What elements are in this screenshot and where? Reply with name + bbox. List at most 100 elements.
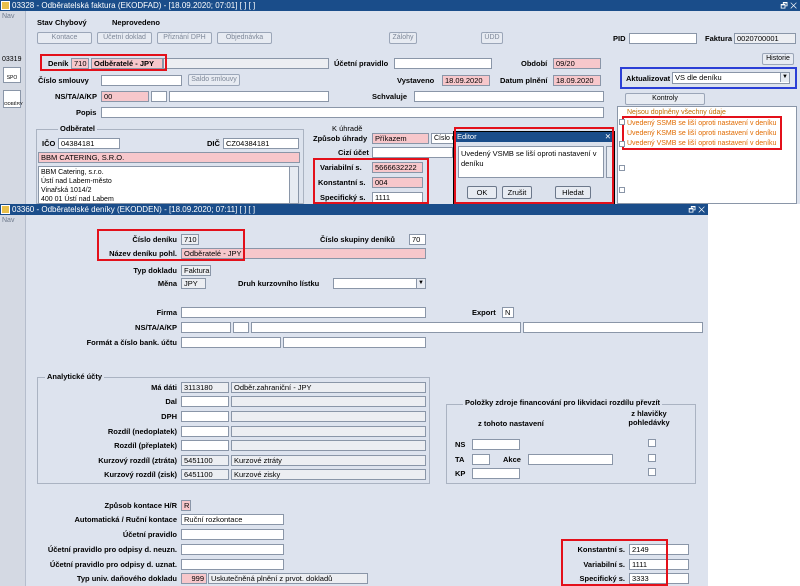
kurz-ztrata-field[interactable]: 5451100 bbox=[181, 455, 229, 466]
window-controls-icon[interactable]: 🗗 ✕ bbox=[780, 0, 797, 11]
cizi-ucet-field[interactable] bbox=[372, 147, 453, 158]
konstantni-field[interactable]: 2149 bbox=[629, 544, 689, 555]
warning-item[interactable]: Uvedený KSMB se liší oproti nastavení v … bbox=[627, 129, 779, 138]
nav-label[interactable]: Nav bbox=[2, 217, 14, 224]
konstantni-label: Konstantní s. bbox=[577, 545, 625, 554]
address-line: BBM Catering, s.r.o. bbox=[41, 169, 104, 176]
ns-field[interactable]: 00 bbox=[101, 91, 149, 102]
firma-field[interactable] bbox=[181, 307, 426, 318]
spo-icon[interactable]: SPO bbox=[3, 67, 21, 83]
historie-button[interactable]: Historie bbox=[762, 53, 794, 65]
nazev-deniku-field[interactable]: Odběratelé - JPY bbox=[181, 248, 426, 259]
odpis-neuzn-field[interactable] bbox=[181, 544, 284, 555]
saldo-smlouvy-button[interactable]: Saldo smlouvy bbox=[188, 74, 240, 86]
zpusob-kontace-field[interactable]: R bbox=[181, 500, 191, 511]
warning-item[interactable]: Uvedený SSMB se liší oproti nastavení v … bbox=[627, 119, 779, 128]
odpis-uzn-field[interactable] bbox=[181, 559, 284, 570]
faktura-field[interactable]: 0020700001 bbox=[734, 33, 796, 44]
warning-item[interactable]: Uvedený VSMB se liší oproti nastavení v … bbox=[627, 139, 779, 148]
specificky-field[interactable]: 3333 bbox=[629, 573, 689, 584]
export-field[interactable]: N bbox=[502, 307, 514, 318]
cislo-skupiny-field[interactable]: 70 bbox=[409, 234, 426, 245]
ta-checkbox[interactable] bbox=[648, 454, 656, 462]
firma-name-field[interactable]: BBM CATERING, S.R.O. bbox=[38, 152, 300, 163]
typ-dokladu-field[interactable]: Faktura bbox=[181, 265, 211, 276]
editor-textarea[interactable]: Uvedený VSMB se liší oproti nastavení v … bbox=[458, 146, 604, 178]
druh-kurz-select[interactable]: ▼ bbox=[333, 278, 426, 289]
polozky-kp-field[interactable] bbox=[472, 468, 520, 479]
odbery-icon[interactable]: ODBĚRY bbox=[3, 90, 23, 108]
ta-field[interactable] bbox=[233, 322, 249, 333]
variabilni-field[interactable]: 5666632222 bbox=[372, 162, 423, 173]
objednavka-button[interactable]: Objednávka bbox=[217, 32, 272, 44]
polozky-ta-field[interactable] bbox=[472, 454, 490, 465]
cislo-uctu-field[interactable]: Číslo ú bbox=[431, 133, 455, 144]
cislo-smlouvy-field[interactable] bbox=[101, 75, 182, 86]
cislo-uctu-field[interactable] bbox=[283, 337, 426, 348]
priznani-dph-button[interactable]: Přiznání DPH bbox=[157, 32, 212, 44]
chevron-down-icon[interactable]: ▼ bbox=[780, 73, 789, 82]
a-field[interactable] bbox=[169, 91, 329, 102]
denik-name-field[interactable]: Odběratelé - JPY bbox=[91, 58, 163, 69]
kp-field[interactable] bbox=[523, 322, 703, 333]
aktualizovat-select[interactable]: VS dle deníku ▼ bbox=[672, 72, 790, 84]
kp-checkbox[interactable] bbox=[648, 468, 656, 476]
editor-titlebar[interactable]: Editor ✕ bbox=[454, 132, 614, 142]
kontroly-button[interactable]: Kontroly bbox=[625, 93, 705, 105]
rozdil-nedoplatek-field[interactable] bbox=[181, 426, 229, 437]
polozky-ns-field[interactable] bbox=[472, 439, 520, 450]
warning-checkbox[interactable] bbox=[619, 187, 625, 193]
dph-field[interactable] bbox=[181, 411, 229, 422]
zpusob-uhrady-field[interactable]: Příkazem bbox=[372, 133, 429, 144]
specificky-field[interactable]: 1111 bbox=[372, 192, 423, 203]
warning-checkbox[interactable] bbox=[619, 165, 625, 171]
ucetni-pravidlo-field[interactable] bbox=[181, 529, 284, 540]
ns-checkbox[interactable] bbox=[648, 439, 656, 447]
a-field[interactable] bbox=[251, 322, 521, 333]
dic-field[interactable]: CZ04384181 bbox=[223, 138, 299, 149]
format-uctu-field[interactable] bbox=[181, 337, 281, 348]
ucetni-pravidlo-field[interactable] bbox=[394, 58, 492, 69]
typ-univ-code[interactable]: 999 bbox=[181, 573, 207, 584]
obdobi-field[interactable]: 09/20 bbox=[553, 58, 601, 69]
address-box[interactable]: BBM Catering, s.r.o. Ústí nad Labem-měst… bbox=[38, 166, 290, 204]
warning-checkbox[interactable] bbox=[619, 119, 625, 125]
window2-titlebar[interactable]: 03360 - Odběratelské deníky (EKODDEN) - … bbox=[0, 204, 708, 215]
hledat-button[interactable]: Hledat bbox=[555, 186, 591, 199]
automaticka-kontace-field[interactable]: Ruční rozkontace bbox=[181, 514, 284, 525]
cislo-deniku-field[interactable]: 710 bbox=[181, 234, 199, 245]
window-controls-icon[interactable]: 🗗 ✕ bbox=[688, 204, 705, 215]
rozdil-preplatek-field[interactable] bbox=[181, 440, 229, 451]
ta-field[interactable] bbox=[151, 91, 167, 102]
datum-plneni-field[interactable]: 18.09.2020 bbox=[553, 75, 601, 86]
vystaveno-field[interactable]: 18.09.2020 bbox=[442, 75, 490, 86]
nav-label[interactable]: Nav bbox=[2, 13, 14, 20]
variabilni-field[interactable]: 1111 bbox=[629, 559, 689, 570]
ma-dati-field[interactable]: 3113180 bbox=[181, 382, 229, 393]
address-scrollbar[interactable] bbox=[289, 166, 299, 204]
popis-field[interactable] bbox=[101, 107, 604, 118]
schvaluje-field[interactable] bbox=[414, 91, 604, 102]
editor-scrollbar[interactable] bbox=[606, 146, 614, 178]
close-icon[interactable]: ✕ bbox=[605, 132, 611, 142]
zrusit-button[interactable]: Zrušit bbox=[502, 186, 532, 199]
zalohy-button[interactable]: Zálohy bbox=[389, 32, 417, 44]
mena-field[interactable]: JPY bbox=[181, 278, 206, 289]
ico-field[interactable]: 04384181 bbox=[58, 138, 120, 149]
denik-code-field[interactable]: 710 bbox=[71, 58, 89, 69]
konstantni-field[interactable]: 004 bbox=[372, 177, 423, 188]
warning-item[interactable]: Nejsou doplněny všechny údaje bbox=[627, 108, 795, 117]
ok-button[interactable]: OK bbox=[467, 186, 497, 199]
dal-field[interactable] bbox=[181, 396, 229, 407]
chevron-down-icon[interactable]: ▼ bbox=[416, 279, 425, 288]
polozky-akce-field[interactable] bbox=[528, 454, 613, 465]
ns-field[interactable] bbox=[181, 322, 231, 333]
udd-button[interactable]: ÚDD bbox=[481, 32, 503, 44]
kurz-zisk-field[interactable]: 6451100 bbox=[181, 469, 229, 480]
kontace-button[interactable]: Kontace bbox=[37, 32, 92, 44]
ma-dati-desc: Odběr.zahraniční - JPY bbox=[231, 382, 426, 393]
pid-field[interactable] bbox=[629, 33, 697, 44]
window1-titlebar[interactable]: 03328 - Odběratelská faktura (EKODFAD) -… bbox=[0, 0, 800, 11]
warning-checkbox[interactable] bbox=[619, 141, 625, 147]
ucetni-doklad-button[interactable]: Účetní doklad bbox=[97, 32, 152, 44]
